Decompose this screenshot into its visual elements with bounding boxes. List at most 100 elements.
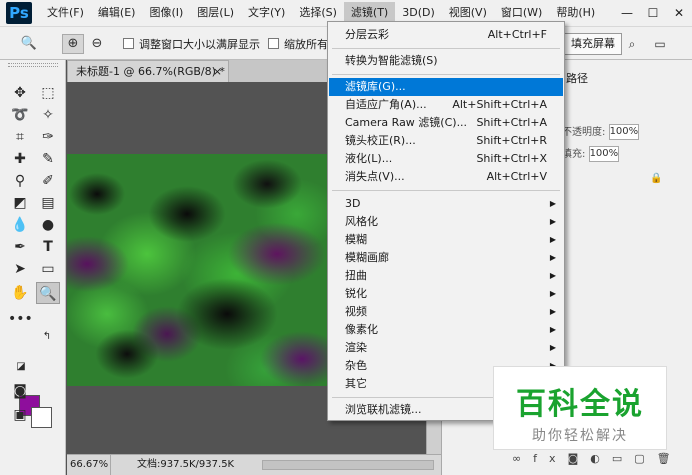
- zoom-level-field[interactable]: 66.67%: [67, 455, 111, 475]
- document-tab[interactable]: 未标题-1 @ 66.7%(RGB/8) * ×: [67, 60, 229, 82]
- submenu-arrow-icon: ▶: [549, 199, 556, 208]
- layer-panel-footer-icons: ∞fx◙◐▭▢🗑: [512, 452, 692, 472]
- crop-tool-icon[interactable]: ⌗: [8, 126, 32, 148]
- menu-item-video[interactable]: 视频 ▶: [329, 303, 563, 321]
- menu-separator: [332, 48, 560, 49]
- mask-icon[interactable]: ◙: [568, 452, 591, 465]
- dodge-tool-icon[interactable]: ●: [36, 214, 60, 236]
- menu-item-pixelate[interactable]: 像素化 ▶: [329, 321, 563, 339]
- clone-stamp-tool-icon[interactable]: ⚲: [8, 170, 32, 192]
- submenu-arrow-icon: ▶: [549, 217, 556, 226]
- status-bar: 66.67% 文档:937.5K/937.5K: [67, 454, 441, 475]
- photoshop-logo: Ps: [6, 2, 32, 24]
- opacity-field[interactable]: 100%: [608, 124, 639, 140]
- menu-item-adaptive-wide-angle[interactable]: 自适应广角(A)... Alt+Shift+Ctrl+A: [329, 96, 563, 114]
- document-tab-close-icon[interactable]: ×: [213, 61, 222, 82]
- opacity-label: 不透明度:: [562, 127, 606, 138]
- submenu-arrow-icon: ▶: [549, 289, 556, 298]
- eyedropper-tool-icon[interactable]: ✑: [36, 126, 60, 148]
- menu-item-render[interactable]: 渲染 ▶: [329, 339, 563, 357]
- background-color-swatch[interactable]: [31, 407, 52, 428]
- menu-separator: [332, 190, 560, 191]
- lasso-tool-icon[interactable]: ➰: [8, 104, 32, 126]
- toolbox-grip[interactable]: [8, 63, 58, 67]
- gradient-tool-icon[interactable]: ▤: [36, 192, 60, 214]
- link-layers-icon[interactable]: ∞: [512, 452, 533, 465]
- image-canvas[interactable]: [67, 154, 329, 386]
- fill-field[interactable]: 100%: [588, 146, 619, 162]
- menu-item-sharpen[interactable]: 锐化 ▶: [329, 285, 563, 303]
- lock-icon[interactable]: 🔒: [650, 168, 670, 190]
- workspace-icon[interactable]: ▭: [650, 34, 670, 54]
- hand-tool-icon[interactable]: ✋: [8, 282, 32, 304]
- zoom-tool-preset-icon[interactable]: 🔍: [18, 34, 40, 54]
- healing-brush-tool-icon[interactable]: ✚: [8, 148, 32, 170]
- fill-screen-button[interactable]: 填充屏幕: [564, 33, 622, 55]
- menu-edit[interactable]: 编辑(E): [91, 2, 143, 24]
- close-button[interactable]: ✕: [666, 0, 692, 26]
- filter-menu-dropdown: 分层云彩 Alt+Ctrl+F 转换为智能滤镜(S) 滤镜库(G)... 自适应…: [327, 21, 565, 421]
- zoom-all-label: 缩放所有: [284, 38, 328, 51]
- submenu-arrow-icon: ▶: [549, 253, 556, 262]
- window-controls: — ☐ ✕: [614, 0, 692, 26]
- zoom-out-icon[interactable]: ⊖: [86, 34, 108, 54]
- minimize-button[interactable]: —: [614, 0, 640, 26]
- tab-paths[interactable]: 路径: [566, 68, 588, 90]
- history-brush-tool-icon[interactable]: ✐: [36, 170, 60, 192]
- menu-item-distort[interactable]: 扭曲 ▶: [329, 267, 563, 285]
- rectangle-tool-icon[interactable]: ▭: [36, 258, 60, 280]
- submenu-arrow-icon: ▶: [549, 271, 556, 280]
- zoom-all-checkbox[interactable]: [268, 38, 279, 49]
- type-tool-icon[interactable]: T: [36, 236, 60, 258]
- watermark: 百科全说 助你轻松解决: [493, 366, 667, 450]
- screen-mode-icon[interactable]: ▣: [8, 404, 32, 426]
- menu-file[interactable]: 文件(F): [40, 2, 91, 24]
- menu-type[interactable]: 文字(Y): [241, 2, 292, 24]
- move-tool-icon[interactable]: ✥: [8, 82, 32, 104]
- trash-icon[interactable]: 🗑: [657, 452, 683, 465]
- menu-item-3d[interactable]: 3D ▶: [329, 195, 563, 213]
- submenu-arrow-icon: ▶: [549, 307, 556, 316]
- quick-mask-icon[interactable]: ◙: [8, 380, 32, 402]
- default-colors-icon[interactable]: ◪: [14, 360, 28, 374]
- menu-item-blur[interactable]: 模糊 ▶: [329, 231, 563, 249]
- zoom-tool-icon[interactable]: 🔍: [36, 282, 60, 304]
- new-layer-icon[interactable]: ▢: [634, 452, 656, 465]
- menu-image[interactable]: 图像(I): [142, 2, 190, 24]
- menu-item-filter-gallery[interactable]: 滤镜库(G)...: [329, 78, 563, 96]
- toolbox: ✥ ⬚ ➰ ✧ ⌗ ✑ ✚ ✎ ⚲ ✐ ◩ ▤ 💧 ● ✒ T ➤ ▭ ✋ 🔍 …: [0, 60, 66, 475]
- menu-item-lens-correction[interactable]: 镜头校正(R)... Shift+Ctrl+R: [329, 132, 563, 150]
- horizontal-scrollbar[interactable]: [262, 460, 434, 470]
- submenu-arrow-icon: ▶: [549, 325, 556, 334]
- more-tools-icon[interactable]: •••: [8, 308, 33, 330]
- magic-wand-tool-icon[interactable]: ✧: [36, 104, 60, 126]
- resize-windows-checkbox[interactable]: [123, 38, 134, 49]
- menu-item-vanishing-point[interactable]: 消失点(V)... Alt+Ctrl+V: [329, 168, 563, 186]
- watermark-subtitle: 助你轻松解决: [532, 428, 628, 444]
- menu-item-liquify[interactable]: 液化(L)... Shift+Ctrl+X: [329, 150, 563, 168]
- menu-layer[interactable]: 图层(L): [190, 2, 241, 24]
- brush-tool-icon[interactable]: ✎: [36, 148, 60, 170]
- eraser-tool-icon[interactable]: ◩: [8, 192, 32, 214]
- fill-label: 填充:: [562, 149, 586, 160]
- maximize-button[interactable]: ☐: [640, 0, 666, 26]
- menu-item-convert-smart-filters[interactable]: 转换为智能滤镜(S): [329, 52, 563, 70]
- zoom-in-icon[interactable]: ⊕: [62, 34, 84, 54]
- resize-windows-label: 调整窗口大小以满屏显示: [139, 38, 260, 51]
- menu-item-blur-gallery[interactable]: 模糊画廊 ▶: [329, 249, 563, 267]
- adjustment-icon[interactable]: ◐: [590, 452, 612, 465]
- menu-item-stylize[interactable]: 风格化 ▶: [329, 213, 563, 231]
- menu-item-camera-raw-filter[interactable]: Camera Raw 滤镜(C)... Shift+Ctrl+A: [329, 114, 563, 132]
- document-tab-title: 未标题-1 @ 66.7%(RGB/8) *: [76, 65, 225, 78]
- swap-colors-icon[interactable]: ↰: [40, 330, 54, 344]
- document-info: 文档:937.5K/937.5K: [137, 459, 235, 470]
- folder-icon[interactable]: ▭: [612, 452, 634, 465]
- menu-item-clouds[interactable]: 分层云彩 Alt+Ctrl+F: [329, 26, 563, 44]
- search-icon[interactable]: ⌕: [622, 34, 642, 54]
- marquee-tool-icon[interactable]: ⬚: [36, 82, 60, 104]
- pen-tool-icon[interactable]: ✒: [8, 236, 32, 258]
- blur-tool-icon[interactable]: 💧: [8, 214, 32, 236]
- path-selection-tool-icon[interactable]: ➤: [8, 258, 32, 280]
- submenu-arrow-icon: ▶: [549, 235, 556, 244]
- fx-icon[interactable]: fx: [533, 452, 567, 465]
